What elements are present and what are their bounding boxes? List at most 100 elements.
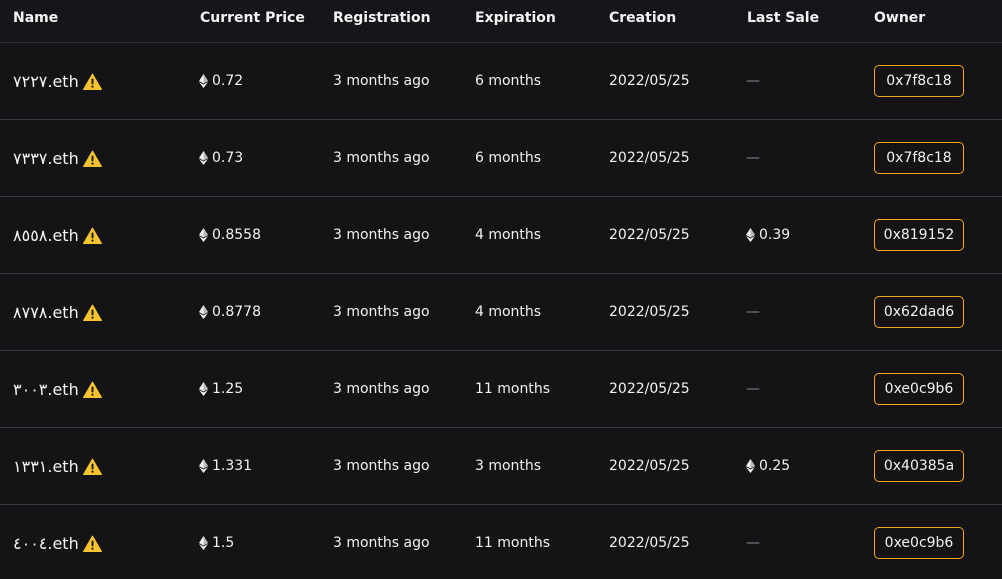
last-sale-value: — [746, 304, 760, 320]
domain-name-cell[interactable]: ٨٥٥٨.eth [13, 197, 102, 273]
registration-cell: 3 months ago [333, 43, 430, 119]
column-header-registration[interactable]: Registration [333, 10, 431, 26]
creation-value: 2022/05/25 [609, 150, 690, 166]
current-price: 1.25 [212, 381, 244, 397]
column-header-current-price[interactable]: Current Price [200, 10, 305, 26]
registration-cell: 3 months ago [333, 197, 430, 273]
registration-value: 3 months ago [333, 304, 430, 320]
domain-name[interactable]: ٤٠٠٤.eth [13, 534, 79, 553]
current-price-cell: 1.331 [199, 428, 252, 504]
creation-cell: 2022/05/25 [609, 197, 690, 273]
ethereum-icon [746, 459, 755, 473]
domain-name[interactable]: ٧٣٣٧.eth [13, 149, 79, 168]
owner-cell: 0xe0c9b6 [874, 505, 964, 579]
expiration-value: 4 months [475, 227, 542, 243]
table-row[interactable]: ٤٠٠٤.eth 1.5 3 months ago 11 months 2022/05/… [0, 505, 1002, 579]
last-sale-cell: — [746, 505, 760, 579]
current-price: 0.8778 [212, 304, 261, 320]
expiration-value: 11 months [475, 381, 550, 397]
creation-value: 2022/05/25 [609, 535, 690, 551]
owner-cell: 0x7f8c18 [874, 43, 964, 119]
last-sale-cell: 0.39 [746, 197, 790, 273]
last-sale-value: — [746, 381, 760, 397]
owner-address-button[interactable]: 0x7f8c18 [874, 65, 964, 97]
column-header-name[interactable]: Name [13, 10, 58, 26]
table-row[interactable]: ١٣٣١.eth 1.331 3 months ago 3 months 2022/05… [0, 428, 1002, 505]
owner-address-button[interactable]: 0xe0c9b6 [874, 527, 964, 559]
expiration-cell: 11 months [475, 351, 550, 427]
table-row[interactable]: ٨٧٧٨.eth 0.8778 3 months ago 4 months 2022/0… [0, 274, 1002, 351]
table-row[interactable]: ٧٣٣٧.eth 0.73 3 months ago 6 months 2022/05/… [0, 120, 1002, 197]
current-price-cell: 0.72 [199, 43, 243, 119]
registration-value: 3 months ago [333, 227, 430, 243]
expiration-value: 11 months [475, 535, 550, 551]
last-sale-cell: — [746, 43, 760, 119]
last-sale-value: 0.39 [759, 227, 791, 243]
last-sale-value: 0.25 [759, 458, 791, 474]
table-row[interactable]: ٣٠٠٣.eth 1.25 3 months ago 11 months 2022/05… [0, 351, 1002, 428]
last-sale-cell: 0.25 [746, 428, 790, 504]
domain-name[interactable]: ٨٧٧٨.eth [13, 303, 79, 322]
creation-cell: 2022/05/25 [609, 120, 690, 196]
registration-cell: 3 months ago [333, 351, 430, 427]
column-header-expiration[interactable]: Expiration [475, 10, 556, 26]
column-header-last-sale[interactable]: Last Sale [747, 10, 819, 26]
ethereum-icon [199, 536, 208, 550]
registration-cell: 3 months ago [333, 505, 430, 579]
owner-cell: 0x62dad6 [874, 274, 964, 350]
domain-name-cell[interactable]: ٣٠٠٣.eth [13, 351, 102, 427]
owner-address-button[interactable]: 0xe0c9b6 [874, 373, 964, 405]
current-price: 1.5 [212, 535, 235, 551]
domain-name[interactable]: ٣٠٠٣.eth [13, 380, 79, 399]
creation-cell: 2022/05/25 [609, 274, 690, 350]
warning-icon [82, 458, 102, 475]
ethereum-icon [199, 151, 208, 165]
registration-value: 3 months ago [333, 73, 430, 89]
domains-table: Name Current Price Registration Expirati… [0, 0, 1002, 579]
creation-cell: 2022/05/25 [609, 351, 690, 427]
current-price-cell: 1.25 [199, 351, 243, 427]
column-header-creation[interactable]: Creation [609, 10, 676, 26]
current-price-cell: 0.8558 [199, 197, 261, 273]
domain-name-cell[interactable]: ٧٢٢٧.eth [13, 43, 102, 119]
registration-cell: 3 months ago [333, 120, 430, 196]
expiration-value: 3 months [475, 458, 542, 474]
owner-cell: 0xe0c9b6 [874, 351, 964, 427]
domain-name[interactable]: ٧٢٢٧.eth [13, 72, 79, 91]
creation-value: 2022/05/25 [609, 73, 690, 89]
expiration-value: 6 months [475, 150, 542, 166]
registration-value: 3 months ago [333, 458, 430, 474]
warning-icon [82, 304, 102, 321]
owner-cell: 0x7f8c18 [874, 120, 964, 196]
column-header-owner[interactable]: Owner [874, 10, 925, 26]
domain-name-cell[interactable]: ٧٣٣٧.eth [13, 120, 102, 196]
domain-name[interactable]: ١٣٣١.eth [13, 457, 79, 476]
owner-address-button[interactable]: 0x819152 [874, 219, 964, 251]
domain-name-cell[interactable]: ٤٠٠٤.eth [13, 505, 102, 579]
warning-icon [82, 381, 102, 398]
ethereum-icon [199, 382, 208, 396]
ethereum-icon [199, 74, 208, 88]
warning-icon [82, 73, 102, 90]
expiration-cell: 6 months [475, 120, 541, 196]
creation-value: 2022/05/25 [609, 227, 690, 243]
table-header: Name Current Price Registration Expirati… [0, 0, 1002, 43]
current-price-cell: 0.8778 [199, 274, 261, 350]
creation-value: 2022/05/25 [609, 458, 690, 474]
domain-name[interactable]: ٨٥٥٨.eth [13, 226, 79, 245]
domain-name-cell[interactable]: ١٣٣١.eth [13, 428, 102, 504]
registration-cell: 3 months ago [333, 428, 430, 504]
current-price: 0.72 [212, 73, 244, 89]
last-sale-value: — [746, 73, 760, 89]
owner-address-button[interactable]: 0x7f8c18 [874, 142, 964, 174]
last-sale-cell: — [746, 120, 760, 196]
creation-cell: 2022/05/25 [609, 428, 690, 504]
expiration-cell: 11 months [475, 505, 550, 579]
table-row[interactable]: ٨٥٥٨.eth 0.8558 3 months ago 4 months 2022/0… [0, 197, 1002, 274]
domain-name-cell[interactable]: ٨٧٧٨.eth [13, 274, 102, 350]
owner-address-button[interactable]: 0x40385a [874, 450, 964, 482]
owner-address-button[interactable]: 0x62dad6 [874, 296, 964, 328]
warning-icon [82, 227, 102, 244]
expiration-cell: 6 months [475, 43, 541, 119]
table-row[interactable]: ٧٢٢٧.eth 0.72 3 months ago 6 months 2022/05/… [0, 43, 1002, 120]
